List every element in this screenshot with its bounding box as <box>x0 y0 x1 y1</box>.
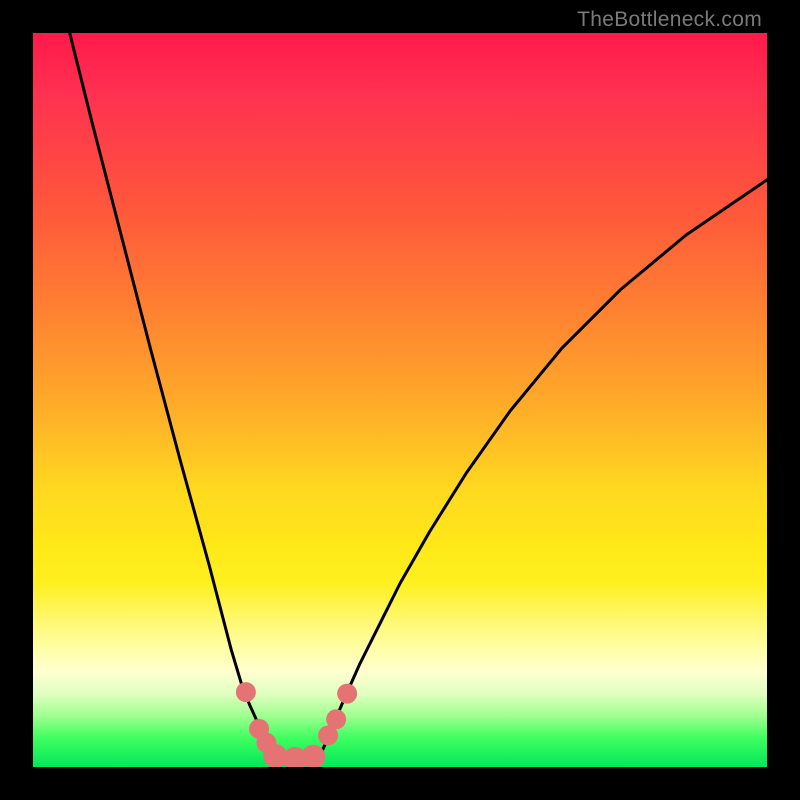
curve-lines <box>70 33 767 767</box>
marker-dot-8 <box>337 684 357 704</box>
marker-dots <box>236 682 357 767</box>
marker-dot-0 <box>236 682 256 702</box>
chart-svg <box>33 33 767 767</box>
plot-area <box>33 33 767 767</box>
curve-left-curve <box>70 33 276 767</box>
curve-right-curve <box>316 180 767 767</box>
watermark-text: TheBottleneck.com <box>577 8 762 32</box>
marker-dot-7 <box>326 709 346 729</box>
chart-frame: TheBottleneck.com <box>0 0 800 800</box>
